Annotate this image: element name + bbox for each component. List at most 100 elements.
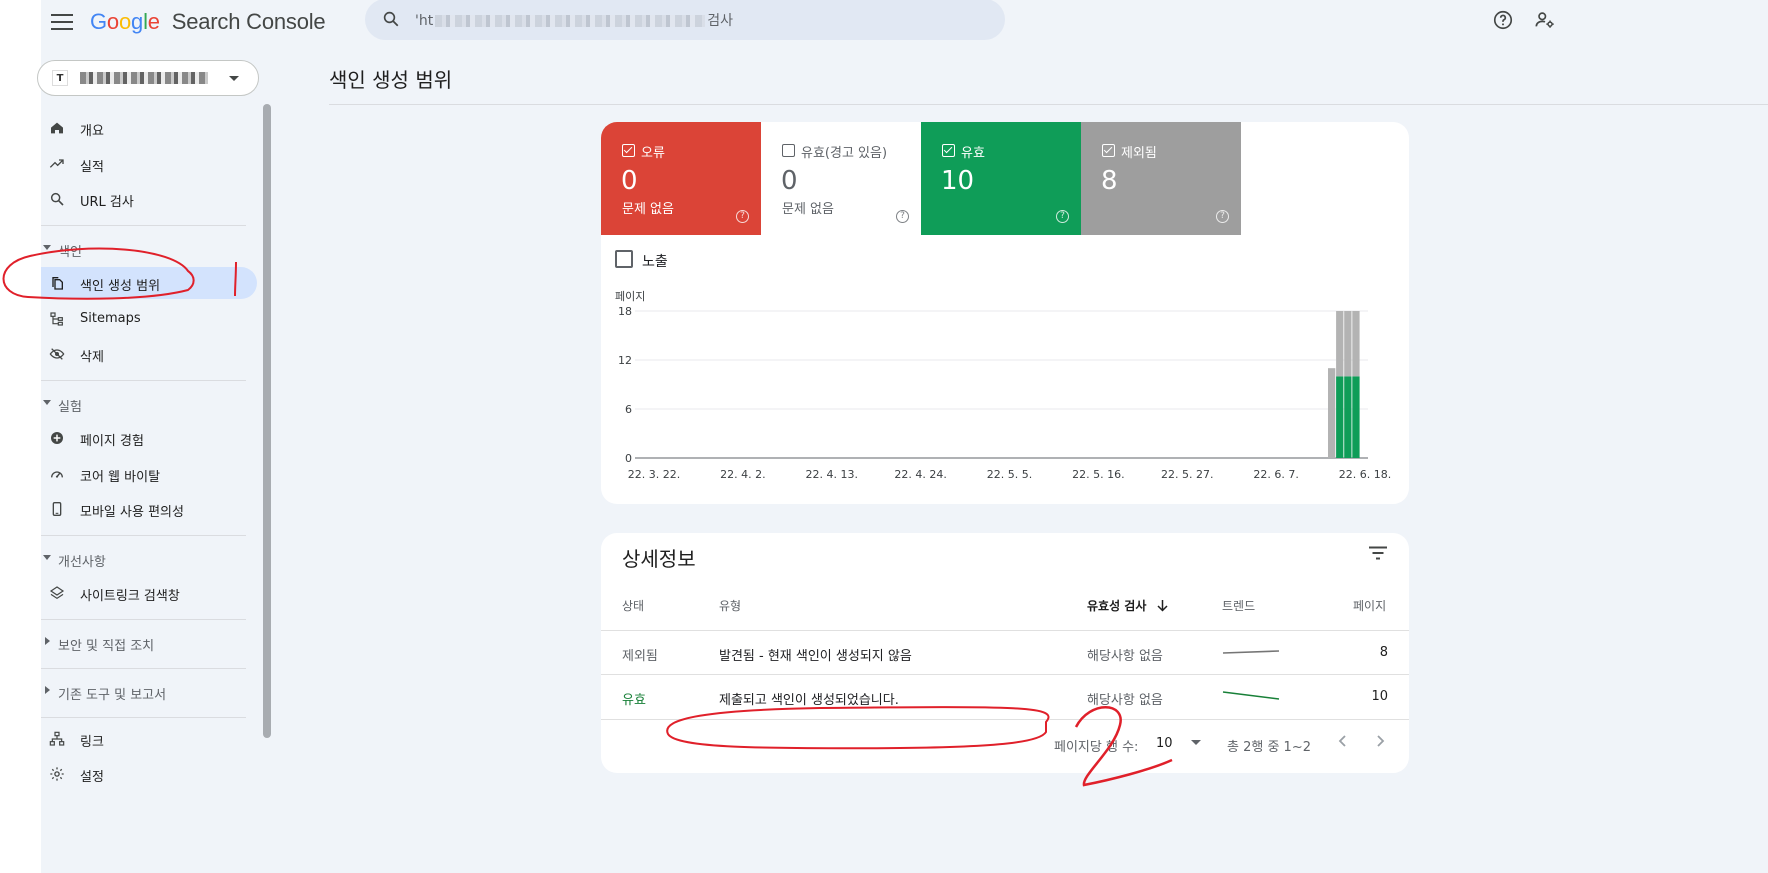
sidebar-item-performance[interactable]: 실적 xyxy=(41,148,257,180)
sidebar-item-label: 실적 xyxy=(80,160,104,175)
y-tick-label: 18 xyxy=(618,305,632,318)
table-row[interactable]: 유효 제출되고 색인이 생성되었습니다. 해당사항 없음 10 xyxy=(601,675,1409,719)
column-header-trend[interactable]: 트렌드 xyxy=(1222,597,1255,614)
x-tick-label: 22. 4. 2. xyxy=(720,468,765,481)
sidebar-item-label: 페이지 경험 xyxy=(80,434,144,449)
x-tick-label: 22. 5. 27. xyxy=(1161,468,1213,481)
search-input[interactable]: 'ht 검사 xyxy=(415,10,733,30)
sidebar-item-overview[interactable]: 개요 xyxy=(41,112,257,144)
sidebar-scrollbar[interactable] xyxy=(263,104,271,738)
rows-per-page-select[interactable]: 10 xyxy=(1156,736,1201,751)
sidebar-item-sitelinks-searchbox[interactable]: 사이트링크 검색창 xyxy=(41,577,257,609)
details-title: 상세정보 xyxy=(622,547,696,571)
search-url-prefix: 'ht xyxy=(415,13,434,29)
help-icon[interactable]: ? xyxy=(1056,210,1069,223)
table-divider xyxy=(601,719,1409,720)
y-tick-label: 6 xyxy=(625,403,632,416)
row-status: 유효 xyxy=(622,693,646,708)
tile-label-text: 유효(경고 있음) xyxy=(801,146,888,161)
url-inspect-search-bar[interactable]: 'ht 검사 xyxy=(365,0,1005,40)
sidebar-item-label: 사이트링크 검색창 xyxy=(80,589,180,604)
x-tick-label: 22. 6. 7. xyxy=(1253,468,1298,481)
sidebar-divider xyxy=(41,668,246,669)
tile-label: 제외됨 xyxy=(1102,142,1157,161)
column-header-status[interactable]: 상태 xyxy=(622,597,644,614)
sidebar-divider xyxy=(41,619,246,620)
status-tile[interactable]: 오류 0 문제 없음? xyxy=(601,122,761,235)
sidebar-item-mobile-usability[interactable]: 모바일 사용 편의성 xyxy=(41,493,257,525)
manage-account-icon[interactable] xyxy=(1534,9,1556,31)
impressions-checkbox[interactable] xyxy=(615,250,633,268)
chart-bar xyxy=(1344,311,1352,377)
links-icon xyxy=(49,731,65,746)
rows-per-page-label: 페이지당 행 수: xyxy=(1054,740,1139,755)
sidebar-item-links[interactable]: 링크 xyxy=(41,723,257,755)
y-tick-label: 0 xyxy=(625,452,632,465)
row-status: 제외됨 xyxy=(622,649,658,664)
smartphone-icon xyxy=(52,502,62,516)
layers-icon xyxy=(49,586,65,600)
column-header-type[interactable]: 유형 xyxy=(719,597,741,614)
plus-circle-icon xyxy=(51,432,63,444)
filter-icon[interactable] xyxy=(1369,546,1387,560)
property-selector[interactable]: T xyxy=(37,60,259,96)
column-header-pages[interactable]: 페이지 xyxy=(1353,597,1386,614)
help-icon[interactable] xyxy=(1492,9,1514,31)
sidebar-item-label: 링크 xyxy=(80,735,104,750)
sidebar-item-page-experience[interactable]: 페이지 경험 xyxy=(41,422,257,454)
tile-label-text: 제외됨 xyxy=(1121,146,1157,161)
menu-icon[interactable] xyxy=(51,14,73,30)
trend-line xyxy=(1222,691,1280,700)
tile-label-text: 유효 xyxy=(961,146,985,161)
tile-value: 0 xyxy=(781,166,798,196)
logo-letter: o xyxy=(106,9,119,34)
redacted-property-name xyxy=(80,72,208,84)
next-page-icon[interactable] xyxy=(1370,731,1390,751)
tile-label: 유효(경고 있음) xyxy=(782,142,887,161)
row-type: 제출되고 색인이 생성되었습니다. xyxy=(719,693,899,708)
sidebar-item-url-inspection[interactable]: URL 검사 xyxy=(41,183,257,215)
sidebar-item-label: 삭제 xyxy=(80,350,104,365)
column-header-validation-label: 유효성 검사 xyxy=(1087,599,1147,613)
sidebar-item-core-web-vitals[interactable]: 코어 웹 바이탈 xyxy=(41,458,257,490)
tile-subtext: 문제 없음 xyxy=(622,202,674,217)
impressions-label: 노출 xyxy=(642,254,668,270)
help-icon[interactable]: ? xyxy=(896,210,909,223)
chart-bar xyxy=(1344,376,1352,458)
coverage-summary-card: 오류 0 문제 없음? 유효(경고 있음) 0 문제 없음? 유효 10? 제외됨 8? 노출 페… xyxy=(601,122,1409,504)
x-tick-label: 22. 4. 13. xyxy=(806,468,858,481)
table-row[interactable]: 제외됨 발견됨 - 현재 색인이 생성되지 않음 해당사항 없음 8 xyxy=(601,631,1409,675)
rows-per-page-value: 10 xyxy=(1156,736,1173,751)
trend-line xyxy=(1222,650,1280,654)
sidebar-item-coverage[interactable]: 색인 생성 범위 xyxy=(41,267,257,299)
sidebar-item-settings[interactable]: 설정 xyxy=(41,758,257,790)
sidebar-item-removals[interactable]: 삭제 xyxy=(41,338,257,370)
help-icon[interactable]: ? xyxy=(1216,210,1229,223)
status-tile[interactable]: 유효 10? xyxy=(921,122,1081,235)
status-tile[interactable]: 제외됨 8? xyxy=(1081,122,1241,235)
coverage-chart: 페이지 18 12 6 0 22. 3. 22. 22. 4. 2. 22. 4. 13. 22… xyxy=(615,290,1391,481)
tile-value: 8 xyxy=(1101,166,1118,196)
column-header-validation[interactable]: 유효성 검사 xyxy=(1087,597,1168,614)
help-icon[interactable]: ? xyxy=(736,210,749,223)
sidebar-item-label: 설정 xyxy=(80,770,104,785)
google-search-console-logo[interactable]: Google Search Console xyxy=(90,9,326,35)
dropdown-arrow-icon xyxy=(1190,740,1201,745)
logo-letter: o xyxy=(118,9,132,34)
settings-icon xyxy=(50,767,64,781)
sitemap-icon xyxy=(50,312,63,326)
search-icon xyxy=(50,192,64,206)
sidebar-divider xyxy=(41,225,246,226)
sidebar-item-sitemaps[interactable]: Sitemaps xyxy=(41,303,257,335)
status-tile[interactable]: 유효(경고 있음) 0 문제 없음? xyxy=(761,122,921,235)
y-tick-label: 12 xyxy=(618,354,632,367)
chart-bar xyxy=(1336,311,1344,377)
x-tick-label: 22. 5. 16. xyxy=(1072,468,1124,481)
expand-arrow-icon xyxy=(45,637,50,645)
row-trend-sparkline xyxy=(1222,650,1280,654)
pagination-range: 총 2행 중 1~2 xyxy=(1227,740,1311,755)
previous-page-icon[interactable] xyxy=(1333,731,1353,751)
page-title: 색인 생성 범위 xyxy=(329,68,453,92)
section-label: 보안 및 직접 조치 xyxy=(58,639,155,654)
sidebar-divider xyxy=(41,380,246,381)
